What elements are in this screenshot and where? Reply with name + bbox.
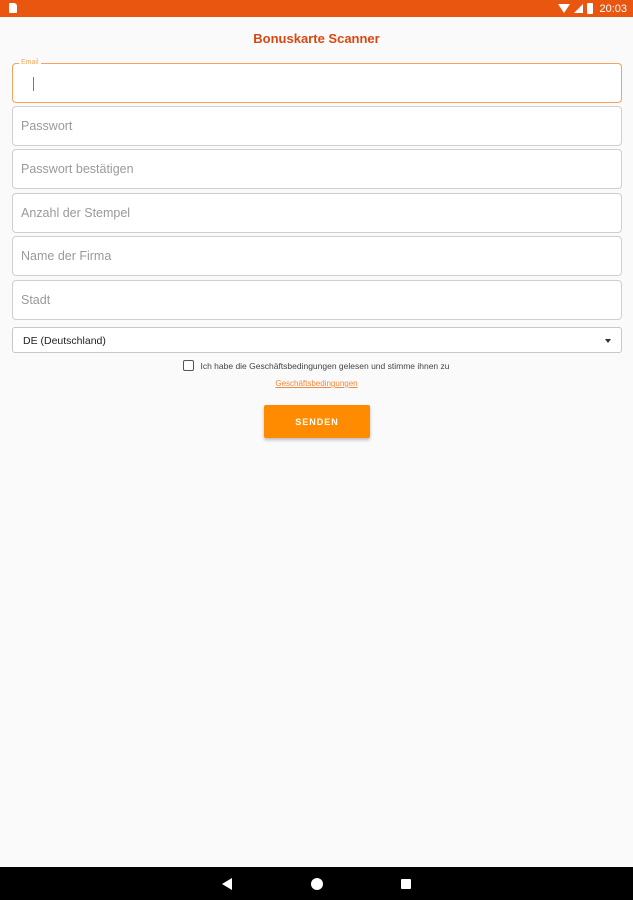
password-confirm-field[interactable] xyxy=(12,149,622,189)
recents-icon[interactable] xyxy=(401,879,411,889)
stamp-count-field[interactable] xyxy=(12,193,622,233)
page-title: Bonuskarte Scanner xyxy=(253,31,380,46)
email-input[interactable] xyxy=(13,64,621,102)
back-icon[interactable] xyxy=(222,878,232,890)
send-button[interactable]: SENDEN xyxy=(264,405,370,438)
status-bar: 20:03 xyxy=(0,0,633,17)
status-icons: 20:03 xyxy=(558,1,627,16)
password-input[interactable] xyxy=(13,107,621,145)
battery-icon xyxy=(587,3,594,14)
country-select-value: DE (Deutschland) xyxy=(23,335,106,347)
status-time: 20:03 xyxy=(599,2,627,15)
password-confirm-input[interactable] xyxy=(13,150,621,188)
company-name-input[interactable] xyxy=(13,237,621,275)
password-field[interactable] xyxy=(12,106,622,146)
dropdown-arrow-icon xyxy=(605,339,611,343)
country-select[interactable]: DE (Deutschland) xyxy=(12,327,622,353)
home-icon[interactable] xyxy=(311,878,323,890)
terms-link[interactable]: Geschäftsbedingungen xyxy=(0,379,633,388)
wifi-icon xyxy=(558,4,571,13)
email-field[interactable]: Email xyxy=(12,59,622,103)
terms-row: Ich habe die Geschäftsbedingungen gelese… xyxy=(0,360,633,371)
text-caret xyxy=(33,77,34,91)
company-name-field[interactable] xyxy=(12,236,622,276)
terms-checkbox-label[interactable]: Ich habe die Geschäftsbedingungen gelese… xyxy=(200,361,449,371)
terms-checkbox[interactable] xyxy=(183,360,195,371)
stamp-count-input[interactable] xyxy=(13,194,621,232)
navigation-bar xyxy=(0,867,633,900)
city-field[interactable] xyxy=(12,280,622,320)
signal-icon xyxy=(574,4,584,13)
email-label: Email xyxy=(19,59,41,66)
city-input[interactable] xyxy=(13,281,621,319)
sd-card-icon xyxy=(9,3,17,13)
